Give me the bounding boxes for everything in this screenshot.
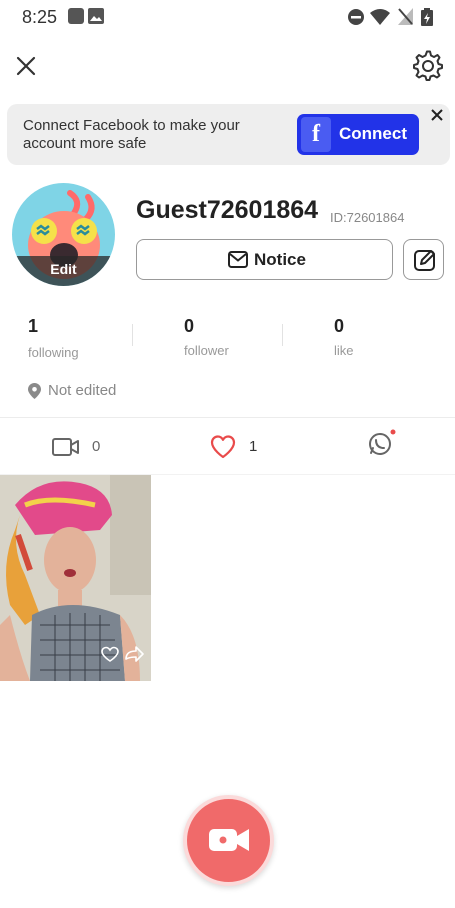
stat-following[interactable]: 1 following — [28, 316, 138, 360]
facebook-connect-banner: Connect Facebook to make your account mo… — [7, 104, 450, 165]
edit-pencil-icon — [414, 250, 435, 271]
envelope-icon — [228, 251, 248, 268]
stat-divider — [132, 324, 133, 346]
record-video-button[interactable] — [183, 795, 274, 886]
edit-profile-button[interactable] — [403, 239, 444, 280]
stat-follower-value: 0 — [184, 316, 195, 336]
notice-label: Notice — [254, 250, 306, 269]
username: Guest72601864 — [136, 196, 319, 224]
close-icon[interactable] — [12, 52, 40, 80]
stat-divider — [282, 324, 283, 346]
video-thumbnail-image — [0, 475, 151, 681]
facebook-banner-message: Connect Facebook to make your account mo… — [23, 117, 240, 152]
status-time: 8:25 — [22, 7, 58, 27]
battery-icon — [421, 8, 433, 26]
do-not-disturb-icon — [348, 9, 364, 25]
facebook-logo-icon: f — [301, 117, 331, 152]
tab-likes-count: 1 — [249, 438, 258, 455]
camera-icon — [209, 829, 249, 851]
stat-following-label: following — [28, 345, 79, 360]
whatsapp-icon — [369, 429, 396, 455]
avatar[interactable]: Edit — [12, 183, 115, 286]
tab-likes[interactable]: 1 — [210, 432, 270, 462]
heart-icon — [210, 435, 236, 459]
tab-videos-count: 0 — [92, 438, 101, 455]
tab-videos[interactable]: 0 — [52, 432, 112, 462]
location-pin-icon — [28, 383, 41, 399]
top-bar — [0, 44, 455, 88]
tab-whatsapp[interactable] — [366, 429, 398, 462]
image-icon — [88, 8, 104, 24]
notice-button[interactable]: Notice — [136, 239, 393, 280]
video-thumbnail[interactable] — [0, 475, 151, 681]
facebook-connect-button[interactable]: f Connect — [297, 114, 419, 155]
no-signal-icon — [398, 8, 413, 25]
section-divider — [0, 417, 455, 418]
notification-app-icon — [68, 8, 84, 24]
stat-like[interactable]: 0 like — [334, 316, 444, 358]
stat-like-value: 0 — [334, 316, 345, 336]
wifi-icon — [370, 9, 390, 25]
gear-icon[interactable] — [411, 49, 445, 83]
location-text: Not edited — [48, 382, 117, 399]
banner-close-icon[interactable] — [428, 106, 446, 124]
stat-follower[interactable]: 0 follower — [184, 316, 294, 358]
video-icon — [52, 438, 79, 456]
facebook-connect-label: Connect — [339, 124, 407, 143]
user-id: ID:72601864 — [330, 210, 405, 225]
stat-follower-label: follower — [184, 343, 229, 358]
avatar-edit-label[interactable]: Edit — [12, 256, 115, 286]
stat-following-value: 1 — [28, 316, 39, 336]
status-bar: 8:25 — [0, 0, 455, 34]
stat-like-label: like — [334, 343, 354, 358]
